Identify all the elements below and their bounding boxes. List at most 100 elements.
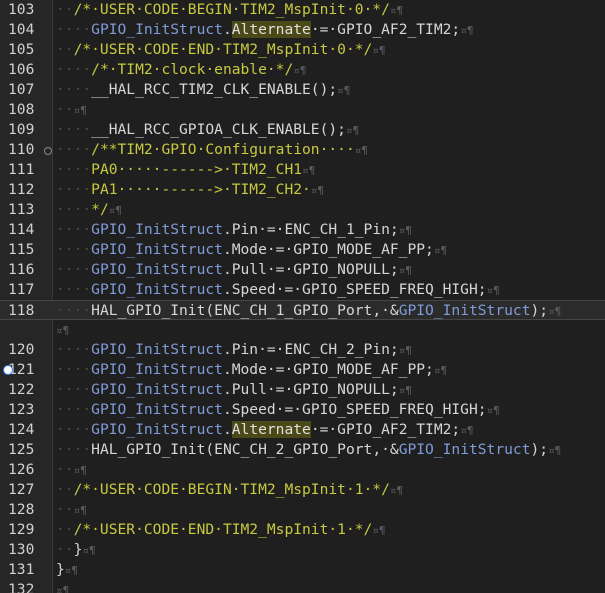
comment-token: /*·TIM2·clock·enable·*/ (91, 61, 294, 78)
end-of-line-marker: ¤¶ (389, 4, 404, 17)
end-of-line-marker: ¤¶ (460, 424, 474, 437)
code-text[interactable]: ··¤¶ (56, 100, 605, 120)
code-text[interactable]: ····GPIO_InitStruct.Speed·=·GPIO_SPEED_F… (56, 280, 605, 300)
code-line[interactable]: 112 ····PA1·····------>·TIM2_CH2·¤¶ (0, 180, 605, 200)
code-text[interactable]: ····HAL_GPIO_Init(ENC_CH_2_GPIO_Port,·&G… (56, 440, 605, 460)
code-text[interactable]: ··/*·USER·CODE·BEGIN·TIM2_MspInit·0·*/¤¶ (56, 0, 605, 20)
code-line[interactable]: 132 ¤¶ (0, 580, 605, 593)
line-number: 109 (8, 121, 35, 138)
code-text[interactable]: ··/*·USER·CODE·END·TIM2_MspInit·1·*/¤¶ (56, 520, 605, 540)
whitespace-marker: ···· (56, 21, 92, 38)
code-token: .Pull·=·GPIO_NOPULL; (222, 381, 399, 398)
code-text[interactable]: ····__HAL_RCC_TIM2_CLK_ENABLE();¤¶ (56, 80, 605, 100)
code-text[interactable]: ····PA0·····------>·TIM2_CH1¤¶ (56, 160, 605, 180)
code-line[interactable]: 125 ····HAL_GPIO_Init(ENC_CH_2_GPIO_Port,… (0, 440, 605, 460)
line-number: 125 (8, 441, 35, 458)
code-text[interactable]: ····GPIO_InitStruct.Speed·=·GPIO_SPEED_F… (56, 400, 605, 420)
code-line[interactable]: 129 ··/*·USER·CODE·END·TIM2_MspInit·1·*/¤… (0, 520, 605, 540)
code-line[interactable]: 116 ····GPIO_InitStruct.Pull·=·GPIO_NOPUL… (0, 260, 605, 280)
code-text[interactable]: ····GPIO_InitStruct.Mode·=·GPIO_MODE_AF_… (56, 360, 605, 380)
fold-toggle-icon[interactable] (44, 147, 52, 155)
code-token: __HAL_RCC_GPIOA_CLK_ENABLE(); (91, 121, 346, 138)
code-line[interactable]: 105 ··/*·USER·CODE·END·TIM2_MspInit·0·*/¤… (0, 40, 605, 60)
end-of-line-marker: ¤¶ (389, 484, 404, 497)
line-number: 106 (8, 61, 35, 78)
code-text[interactable]: ····GPIO_InitStruct.Alternate·=·GPIO_AF2… (56, 420, 605, 440)
code-line[interactable]: 128 ··¤¶ (0, 500, 605, 520)
code-line[interactable]: 121 ····GPIO_InitStruct.Mode·=·GPIO_MODE_… (0, 360, 605, 380)
code-text[interactable]: ··¤¶ (56, 500, 605, 520)
code-line[interactable]: 103 ··/*·USER·CODE·BEGIN·TIM2_MspInit·0·*… (0, 0, 605, 20)
code-text[interactable]: ··¤¶ (56, 460, 605, 480)
line-number: 122 (8, 381, 35, 398)
code-text[interactable]: ····__HAL_RCC_GPIOA_CLK_ENABLE();¤¶ (56, 120, 605, 140)
code-line[interactable]: 108 ··¤¶ (0, 100, 605, 120)
code-token: } (56, 561, 65, 578)
code-text[interactable]: ····/*·TIM2·clock·enable·*/¤¶ (56, 60, 605, 80)
code-line[interactable]: 123 ····GPIO_InitStruct.Speed·=·GPIO_SPEE… (0, 400, 605, 420)
code-line[interactable]: 106 ····/*·TIM2·clock·enable·*/¤¶ (0, 60, 605, 80)
code-text[interactable]: ····GPIO_InitStruct.Alternate·=·GPIO_AF2… (56, 20, 605, 40)
code-line[interactable]: 118 ····HAL_GPIO_Init(ENC_CH_1_GPIO_Port,… (0, 300, 605, 320)
code-line[interactable]: 127 ··/*·USER·CODE·BEGIN·TIM2_MspInit·1·*… (0, 480, 605, 500)
breakpoint-icon[interactable] (3, 365, 13, 375)
whitespace-marker: ···· (56, 121, 92, 138)
code-text[interactable]: ····*/¤¶ (56, 200, 605, 220)
line-number: 117 (8, 281, 35, 298)
code-text[interactable]: ····/**TIM2·GPIO·Configuration····¤¶ (56, 140, 605, 160)
end-of-line-marker: ¤¶ (486, 284, 500, 297)
code-text[interactable]: ··/*·USER·CODE·END·TIM2_MspInit·0·*/¤¶ (56, 40, 605, 60)
code-line[interactable]: 111 ····PA0·····------>·TIM2_CH1¤¶ (0, 160, 605, 180)
line-number: 112 (8, 181, 35, 198)
code-text[interactable]: }¤¶ (56, 560, 605, 580)
whitespace-marker: ···· (56, 181, 92, 198)
code-line[interactable]: 109 ····__HAL_RCC_GPIOA_CLK_ENABLE();¤¶ (0, 120, 605, 140)
comment-token: /*·USER·CODE·END·TIM2_MspInit·1·*/ (73, 521, 373, 538)
code-text[interactable]: ····GPIO_InitStruct.Pin·=·ENC_CH_2_Pin;¤… (56, 340, 605, 360)
code-line[interactable]: 131 }¤¶ (0, 560, 605, 580)
code-token: .Pull·=·GPIO_NOPULL; (222, 261, 399, 278)
code-text[interactable]: ····HAL_GPIO_Init(ENC_CH_1_GPIO_Port,·&G… (56, 301, 605, 319)
code-line[interactable]: 119¤¶ (0, 320, 605, 340)
line-number: 123 (8, 401, 35, 418)
code-text[interactable]: ····GPIO_InitStruct.Pin·=·ENC_CH_1_Pin;¤… (56, 220, 605, 240)
end-of-line-marker: ¤¶ (433, 244, 448, 257)
code-line[interactable]: 124 ····GPIO_InitStruct.Alternate·=·GPIO_… (0, 420, 605, 440)
code-text[interactable]: ····PA1·····------>·TIM2_CH2·¤¶ (56, 180, 605, 200)
code-text[interactable]: ··}¤¶ (56, 540, 605, 560)
identifier-token: GPIO_InitStruct (91, 381, 223, 398)
code-text[interactable]: ····GPIO_InitStruct.Mode·=·GPIO_MODE_AF_… (56, 240, 605, 260)
identifier-token: GPIO_InitStruct (91, 281, 223, 298)
end-of-line-marker: ¤¶ (460, 24, 474, 37)
code-line[interactable]: 104 ····GPIO_InitStruct.Alternate·=·GPIO_… (0, 20, 605, 40)
line-number: 127 (8, 481, 35, 498)
code-text[interactable]: ····GPIO_InitStruct.Pull·=·GPIO_NOPULL;¤… (56, 380, 605, 400)
whitespace-marker: ·· (56, 481, 74, 498)
code-line[interactable]: 115 ····GPIO_InitStruct.Mode·=·GPIO_MODE_… (0, 240, 605, 260)
whitespace-marker: ···· (56, 381, 92, 398)
line-number: 104 (8, 21, 35, 38)
code-line[interactable]: 114 ····GPIO_InitStruct.Pin·=·ENC_CH_1_Pi… (0, 220, 605, 240)
line-number: 131 (8, 561, 35, 578)
code-token: ·=·GPIO_AF2_TIM2; (310, 421, 461, 438)
code-text[interactable]: ¤¶ (56, 580, 605, 593)
code-text[interactable]: ····GPIO_InitStruct.Pull·=·GPIO_NOPULL;¤… (56, 260, 605, 280)
line-number: 108 (8, 101, 35, 118)
code-text[interactable]: ··/*·USER·CODE·BEGIN·TIM2_MspInit·1·*/¤¶ (56, 480, 605, 500)
code-line[interactable]: 107 ····__HAL_RCC_TIM2_CLK_ENABLE();¤¶ (0, 80, 605, 100)
comment-token: /*·USER·CODE·BEGIN·TIM2_MspInit·0·*/ (73, 1, 390, 18)
code-line[interactable]: 126 ··¤¶ (0, 460, 605, 480)
code-line[interactable]: 117 ····GPIO_InitStruct.Speed·=·GPIO_SPEE… (0, 280, 605, 300)
code-line[interactable]: 113 ····*/¤¶ (0, 200, 605, 220)
whitespace-marker: ·· (56, 41, 74, 58)
code-text[interactable]: ¤¶ (56, 320, 605, 340)
code-line[interactable]: 120 ····GPIO_InitStruct.Pin·=·ENC_CH_2_Pi… (0, 340, 605, 360)
comment-token: PA1·····------>·TIM2_CH2· (91, 181, 311, 198)
code-line[interactable]: 110 ····/**TIM2·GPIO·Configuration····¤¶ (0, 140, 605, 160)
whitespace-marker: ·· (56, 1, 74, 18)
code-editor[interactable]: 103 ··/*·USER·CODE·BEGIN·TIM2_MspInit·0·*… (0, 0, 605, 593)
code-line[interactable]: 122 ····GPIO_InitStruct.Pull·=·GPIO_NOPUL… (0, 380, 605, 400)
code-line[interactable]: 130 ··}¤¶ (0, 540, 605, 560)
code-token: . (222, 421, 232, 438)
identifier-token: GPIO_InitStruct (91, 361, 223, 378)
